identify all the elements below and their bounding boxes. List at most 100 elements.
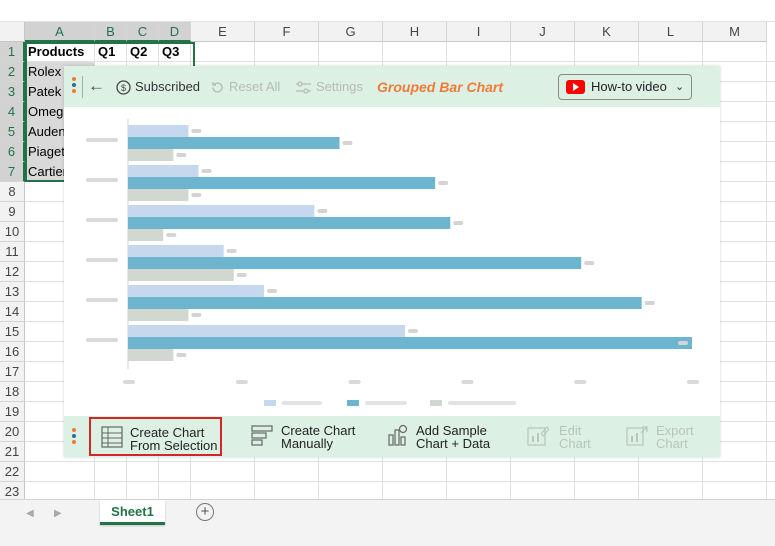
data-label-placeholder <box>236 273 247 277</box>
cell-d1[interactable]: Q3 <box>159 42 191 62</box>
cell-c1[interactable]: Q2 <box>127 42 159 62</box>
bar <box>128 217 451 229</box>
create-chart-manually-button[interactable]: Create Chart Manually <box>251 422 371 452</box>
add-sheet-button[interactable]: + <box>196 503 214 521</box>
column-header-g[interactable]: G <box>319 22 383 42</box>
formula-area <box>0 0 775 22</box>
column-header-l[interactable]: L <box>639 22 703 42</box>
column-header-h[interactable]: H <box>383 22 447 42</box>
category-label-placeholder <box>86 258 118 262</box>
bar <box>128 297 642 309</box>
legend-swatch <box>347 400 359 406</box>
row-header-8[interactable]: 8 <box>0 182 25 202</box>
bar <box>128 257 582 269</box>
column-header-i[interactable]: I <box>447 22 511 42</box>
data-label-placeholder <box>166 233 177 237</box>
panel-toolbar: ← $ Subscribed Reset All Settings Grouped… <box>64 66 720 107</box>
row-header-2[interactable]: 2 <box>0 62 25 82</box>
column-header-d[interactable]: D <box>159 22 191 42</box>
create-chart-from-selection-button[interactable]: Create Chart From Selection <box>89 417 222 456</box>
subscribed-button[interactable]: $ Subscribed <box>116 79 200 95</box>
sheet-tab[interactable]: Sheet1 <box>100 500 165 525</box>
chevron-down-icon: ⌄ <box>675 81 685 93</box>
sample-chart-icon <box>388 424 408 446</box>
howto-label: How-to video <box>591 79 667 94</box>
row-header-22[interactable]: 22 <box>0 462 25 482</box>
bar <box>128 229 164 241</box>
grid-line <box>25 461 775 462</box>
row-header-20[interactable]: 20 <box>0 422 25 442</box>
cell-a1[interactable]: Products <box>25 42 95 62</box>
drag-handle-icon[interactable] <box>72 77 76 95</box>
add-sample-chart-button[interactable]: Add Sample Chart + Data <box>386 422 516 452</box>
column-header-j[interactable]: J <box>511 22 575 42</box>
row-header-1[interactable]: 1 <box>0 42 25 62</box>
data-label-placeholder <box>584 261 595 265</box>
data-label-placeholder <box>317 209 328 213</box>
row-header-11[interactable]: 11 <box>0 242 25 262</box>
row-header-3[interactable]: 3 <box>0 82 25 102</box>
column-header-c[interactable]: C <box>127 22 159 42</box>
howto-video-dropdown[interactable]: How-to video ⌄ <box>558 74 692 100</box>
edit-chart-button[interactable]: Edit Chart <box>527 422 597 452</box>
settings-label: Settings <box>316 79 363 94</box>
reset-icon <box>212 82 223 93</box>
bar <box>128 205 315 217</box>
column-header-f[interactable]: F <box>255 22 319 42</box>
bar <box>128 137 340 149</box>
legend-swatch <box>264 400 276 406</box>
row-header-17[interactable]: 17 <box>0 362 25 382</box>
row-header-6[interactable]: 6 <box>0 142 25 162</box>
subscribed-label: Subscribed <box>135 79 201 94</box>
category-label-placeholder <box>86 218 118 222</box>
grid-line <box>766 42 767 500</box>
panel-actions: Create Chart From Selection Create Chart… <box>64 416 720 457</box>
bar <box>128 269 234 281</box>
data-label-placeholder <box>191 193 202 197</box>
tick-label-placeholder <box>123 380 135 384</box>
column-header-b[interactable]: B <box>95 22 127 42</box>
chart-addin-panel: ← $ Subscribed Reset All Settings Grouped… <box>64 66 720 457</box>
reset-all-button[interactable]: Reset All <box>210 79 280 95</box>
data-label-placeholder <box>226 249 237 253</box>
data-label-placeholder <box>176 153 187 157</box>
export-chart-button[interactable]: Export Chart <box>626 422 706 452</box>
bar <box>128 177 436 189</box>
youtube-icon <box>566 80 585 94</box>
sheet-tab-bar: ◀ ▶ Sheet1 + <box>0 499 775 546</box>
column-header-a[interactable]: A <box>25 22 95 42</box>
back-arrow-icon[interactable]: ← <box>88 77 105 95</box>
table-grid-icon <box>101 426 123 448</box>
bar <box>128 309 189 321</box>
tick-label-placeholder <box>574 380 587 384</box>
drag-handle-icon[interactable] <box>72 428 76 446</box>
grid-line <box>25 481 775 482</box>
row-header-7[interactable]: 7 <box>0 162 25 182</box>
select-all-corner[interactable] <box>0 22 25 42</box>
column-header-e[interactable]: E <box>191 22 255 42</box>
prev-sheet-icon[interactable]: ◀ <box>26 508 34 519</box>
row-header-9[interactable]: 9 <box>0 202 25 222</box>
row-header-18[interactable]: 18 <box>0 382 25 402</box>
bar <box>128 125 189 137</box>
column-header-k[interactable]: K <box>575 22 639 42</box>
next-sheet-icon[interactable]: ▶ <box>54 508 62 519</box>
row-header-21[interactable]: 21 <box>0 442 25 462</box>
row-header-5[interactable]: 5 <box>0 122 25 142</box>
row-header-15[interactable]: 15 <box>0 322 25 342</box>
export-chart-label: Export Chart <box>656 423 694 451</box>
row-header-12[interactable]: 12 <box>0 262 25 282</box>
column-header-m[interactable]: M <box>703 22 767 42</box>
row-header-16[interactable]: 16 <box>0 342 25 362</box>
legend-label-placeholder <box>282 401 322 405</box>
row-header-13[interactable]: 13 <box>0 282 25 302</box>
tick-label-placeholder <box>687 380 699 384</box>
row-header-4[interactable]: 4 <box>0 102 25 122</box>
row-header-10[interactable]: 10 <box>0 222 25 242</box>
row-header-14[interactable]: 14 <box>0 302 25 322</box>
row-header-19[interactable]: 19 <box>0 402 25 422</box>
export-chart-icon <box>626 426 648 446</box>
cell-b1[interactable]: Q1 <box>95 42 127 62</box>
settings-button[interactable]: Settings <box>295 79 363 95</box>
data-label-placeholder <box>453 221 464 225</box>
